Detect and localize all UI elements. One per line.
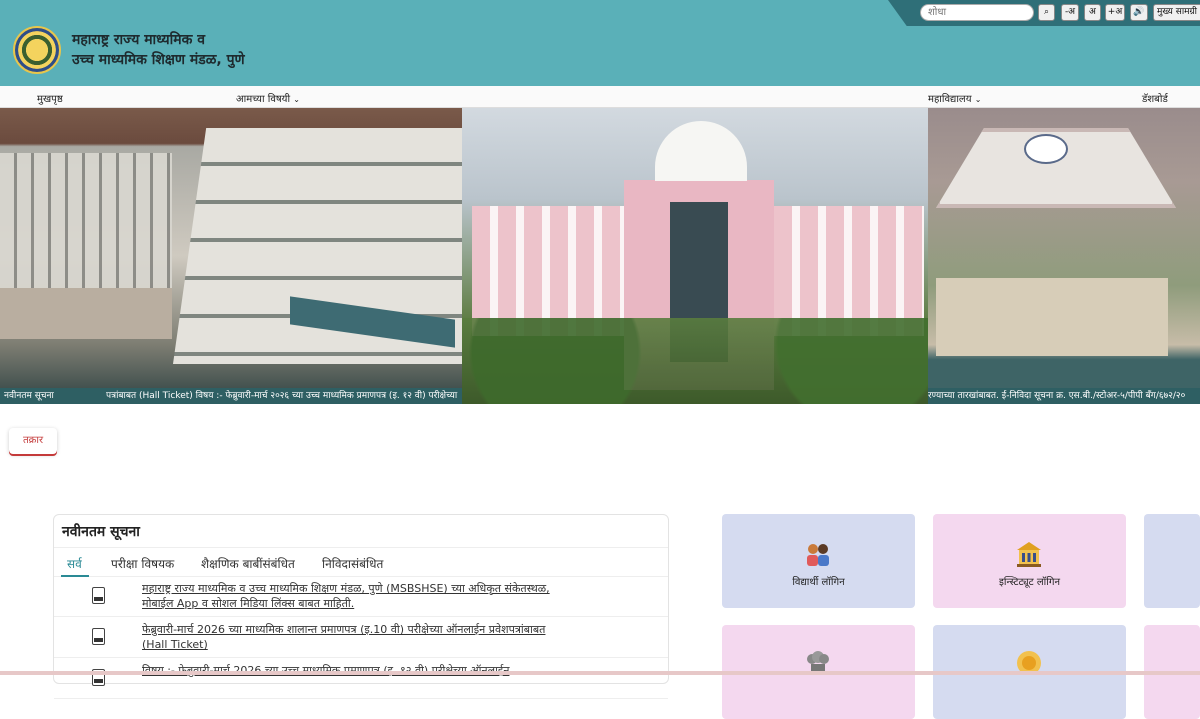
org-name-line2: उच्च माध्यमिक शिक्षण मंडळ, पुणे — [72, 52, 245, 68]
notices-title: नवीनतम सूचना — [62, 524, 140, 540]
main-nav: मुखपृष्ठ आमच्या विषयी ⌄ महाविद्यालय ⌄ डॅ… — [0, 86, 1200, 108]
banner-photo-right — [928, 108, 1200, 404]
latest-notices-card: नवीनतम सूचना सर्व परीक्षा विषयक शैक्षणिक… — [53, 514, 669, 699]
list-item[interactable]: फेब्रुवारी-मार्च 2026 च्या माध्यमिक शाला… — [54, 618, 668, 658]
site-header: महाराष्ट्र राज्य माध्यमिक व उच्च माध्यमि… — [0, 0, 1200, 86]
notice-line: महाराष्ट्र राज्य माध्यमिक व उच्च माध्यमि… — [142, 582, 550, 595]
ticker-text[interactable]: पत्रांबाबत (Hall Ticket) विषय :- फेब्रुव… — [106, 388, 457, 404]
notice-line: मोबाईल App व सोशल मिडिया लिंक्स बाबत माह… — [142, 597, 355, 610]
board-logo-icon[interactable] — [13, 26, 61, 74]
chevron-down-icon: ⌄ — [293, 95, 300, 104]
nav-item-college-label: महाविद्यालय — [928, 94, 972, 105]
tab-exam[interactable]: परीक्षा विषयक — [111, 555, 174, 572]
login-tile[interactable] — [1144, 514, 1200, 608]
search-icon[interactable]: ⌕ — [1038, 4, 1055, 21]
decrease-font-button[interactable]: -अ — [1061, 4, 1079, 21]
tile-label: इन्स्टिट्यूट लॉगिन — [998, 577, 1061, 588]
bottom-edge — [0, 671, 1200, 675]
building-wing — [774, 206, 924, 336]
banner-photo-center — [462, 108, 928, 404]
students-icon — [807, 544, 829, 566]
normal-font-button[interactable]: अ — [1084, 4, 1101, 21]
nav-item-college[interactable]: महाविद्यालय ⌄ — [928, 91, 981, 105]
notice-line: फेब्रुवारी-मार्च 2026 च्या माध्यमिक शाला… — [142, 623, 546, 636]
nav-item-about-label: आमच्या विषयी — [236, 94, 291, 105]
ground — [936, 278, 1168, 356]
org-name-line1: महाराष्ट्र राज्य माध्यमिक व — [72, 32, 205, 48]
ticker-text[interactable]: रण्याच्या तारखांबाबत. ई-निविदा सूचना क्र… — [928, 388, 1185, 404]
nav-item-about[interactable]: आमच्या विषयी ⌄ — [236, 91, 300, 105]
student-login-tile[interactable]: विद्यार्थी लॉगिन — [722, 514, 915, 608]
nav-item-home[interactable]: मुखपृष्ठ — [37, 91, 63, 105]
trees — [462, 318, 928, 404]
notice-line: (Hall Ticket) — [142, 638, 208, 651]
list-item[interactable]: विषय :- फेब्रुवारी-मार्च 2026 च्या उच्च … — [54, 659, 668, 699]
org-name[interactable]: महाराष्ट्र राज्य माध्यमिक व उच्च माध्यमि… — [72, 30, 245, 70]
tab-tender[interactable]: निविदासंबंधित — [322, 555, 383, 572]
notice-link[interactable]: महाराष्ट्र राज्य माध्यमिक व उच्च माध्यमि… — [142, 581, 592, 611]
hero-banner: नवीनतम सूचना पत्रांबाबत (Hall Ticket) वि… — [0, 108, 1200, 404]
tile-label: विद्यार्थी लॉगिन — [792, 577, 845, 588]
skip-to-main-button[interactable]: मुख्य सामग्री — [1153, 4, 1200, 21]
increase-font-button[interactable]: +अ — [1105, 4, 1125, 21]
search-input[interactable] — [920, 4, 1034, 21]
ticker-label: नवीनतम सूचना — [4, 391, 54, 401]
building-wing — [472, 206, 624, 336]
pdf-icon[interactable] — [92, 628, 105, 645]
dome — [655, 121, 747, 181]
banner-photo-left — [0, 108, 496, 404]
chevron-down-icon: ⌄ — [974, 95, 982, 104]
speaker-icon[interactable]: 🔊 — [1130, 4, 1148, 21]
institute-login-tile[interactable]: इन्स्टिट्यूट लॉगिन — [933, 514, 1126, 608]
notices-tabs: सर्व परीक्षा विषयक शैक्षणिक बाबींसंबंधित… — [54, 547, 668, 577]
nav-item-dashboard[interactable]: डॅशबोर्ड — [1142, 91, 1168, 105]
tab-academic[interactable]: शैक्षणिक बाबींसंबंधित — [201, 555, 295, 572]
complaint-button[interactable]: तक्रार — [9, 428, 57, 454]
ground — [0, 288, 172, 339]
pdf-icon[interactable] — [92, 587, 105, 604]
tab-all[interactable]: सर्व — [67, 555, 82, 572]
notice-link[interactable]: फेब्रुवारी-मार्च 2026 च्या माध्यमिक शाला… — [142, 622, 592, 652]
list-item[interactable]: महाराष्ट्र राज्य माध्यमिक व उच्च माध्यमि… — [54, 577, 668, 617]
emblem-icon — [1024, 134, 1068, 164]
institute-icon — [1017, 542, 1041, 567]
